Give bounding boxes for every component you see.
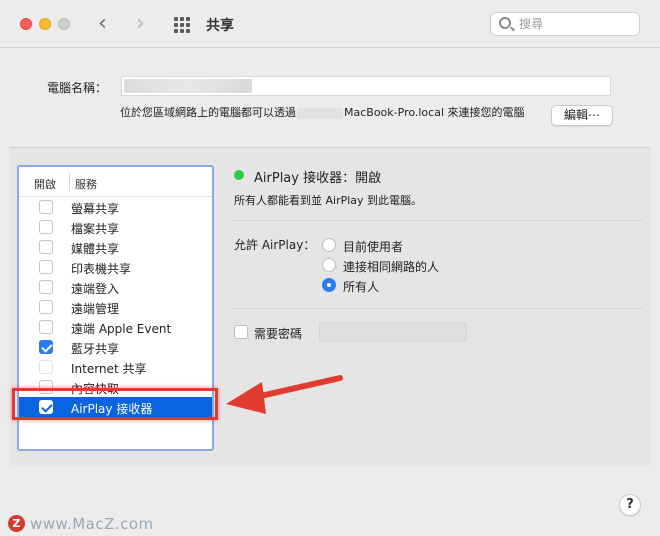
allow-option-radio[interactable] <box>322 258 336 272</box>
service-label: 印表機共享 <box>71 262 132 276</box>
service-label: 遠端登入 <box>71 282 120 296</box>
service-status: AirPlay 接收器：開啟 <box>254 171 382 186</box>
close-window-button[interactable] <box>20 18 32 30</box>
allow-option[interactable]: 目前使用者 <box>322 236 522 254</box>
require-password-label[interactable]: 需要密碼 <box>254 325 302 342</box>
service-description: 所有人都能看到並 AirPlay 到此電腦。 <box>234 194 423 207</box>
computer-name-field[interactable] <box>121 76 611 96</box>
help-button[interactable]: ? <box>619 494 641 516</box>
allow-airplay-label: 允許 AirPlay： <box>234 238 316 252</box>
annotation-highlight-box <box>12 388 218 420</box>
search-input[interactable] <box>519 16 629 32</box>
allow-option-label: 連接相同網路的人 <box>343 260 440 274</box>
service-row[interactable]: Internet 共享 <box>19 357 212 377</box>
allow-option-label: 目前使用者 <box>343 240 404 254</box>
service-row[interactable]: 螢幕共享 <box>19 197 212 217</box>
service-label: 遠端管理 <box>71 302 120 316</box>
header-enable[interactable]: 開啟 <box>34 176 56 192</box>
local-address-description: 位於您區域網路上的電腦都可以透過 MacBook-Pro.local 來連接您的電… <box>120 104 525 120</box>
service-row[interactable]: 媒體共享 <box>19 237 212 257</box>
service-enable-checkbox[interactable] <box>39 360 53 374</box>
service-enable-checkbox[interactable] <box>39 320 53 334</box>
allow-option-label: 所有人 <box>343 280 380 294</box>
service-label: 檔案共享 <box>71 222 120 236</box>
allow-option[interactable]: 連接相同網路的人 <box>322 256 522 274</box>
detail-divider-top <box>233 220 642 221</box>
allow-option-radio[interactable] <box>322 278 336 292</box>
service-label: 遠端 Apple Event <box>71 322 172 336</box>
computer-name-label: 電腦名稱： <box>47 81 108 95</box>
allow-option[interactable]: 所有人 <box>322 276 522 294</box>
back-button[interactable]: ‹ <box>98 11 107 37</box>
allow-option-radio[interactable] <box>322 238 336 252</box>
service-enable-checkbox[interactable] <box>39 280 53 294</box>
address-suffix: MacBook-Pro.local 來連接您的電腦 <box>344 106 525 119</box>
minimize-window-button[interactable] <box>39 18 51 30</box>
service-label: 藍牙共享 <box>71 342 120 356</box>
zoom-window-button[interactable] <box>58 18 70 30</box>
service-enable-checkbox[interactable] <box>39 300 53 314</box>
service-enable-checkbox[interactable] <box>39 200 53 214</box>
annotation-arrow <box>226 375 343 414</box>
watermark-logo-icon: Z <box>8 515 25 532</box>
service-label: Internet 共享 <box>71 362 147 376</box>
search-icon <box>499 17 511 29</box>
service-label: 媒體共享 <box>71 242 120 256</box>
title-bar: ‹ › 共享 <box>0 0 660 48</box>
watermark-text: www.MacZ.com <box>30 515 154 533</box>
header-service[interactable]: 服務 <box>75 176 97 192</box>
service-row[interactable]: 印表機共享 <box>19 257 212 277</box>
password-field <box>319 322 467 342</box>
service-row[interactable]: 遠端 Apple Event <box>19 317 212 337</box>
sharing-window: ‹ › 共享 電腦名稱： 位於您區域網路上的電腦都可以透過 MacBook-Pro… <box>0 0 660 536</box>
service-label: 螢幕共享 <box>71 202 120 216</box>
service-enable-checkbox[interactable] <box>39 220 53 234</box>
window-title: 共享 <box>206 18 234 34</box>
service-enable-checkbox[interactable] <box>39 260 53 274</box>
service-row[interactable]: 遠端管理 <box>19 297 212 317</box>
service-row[interactable]: 遠端登入 <box>19 277 212 297</box>
address-prefix: 位於您區域網路上的電腦都可以透過 <box>120 106 296 119</box>
forward-button[interactable]: › <box>136 11 145 37</box>
detail-divider-bottom <box>233 308 642 309</box>
show-all-grid-icon[interactable] <box>174 17 190 33</box>
service-enable-checkbox[interactable] <box>39 240 53 254</box>
address-redacted <box>297 107 343 119</box>
service-row[interactable]: 藍牙共享 <box>19 337 212 357</box>
header-separator <box>69 173 70 191</box>
service-row[interactable]: 檔案共享 <box>19 217 212 237</box>
edit-button[interactable]: 編輯⋯ <box>551 105 613 126</box>
services-list-header: 開啟 服務 <box>19 167 212 197</box>
require-password-checkbox[interactable] <box>234 325 248 339</box>
status-indicator-dot <box>234 170 244 180</box>
computer-name-redacted <box>124 79 252 93</box>
service-enable-checkbox[interactable] <box>39 340 53 354</box>
search-field[interactable] <box>490 12 640 36</box>
